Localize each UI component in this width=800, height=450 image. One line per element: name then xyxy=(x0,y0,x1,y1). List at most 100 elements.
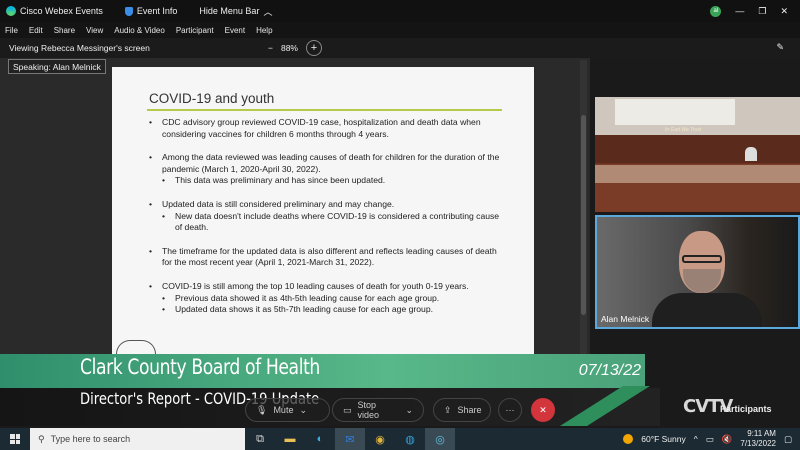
close-icon[interactable]: ✕ xyxy=(780,6,788,17)
leave-button[interactable]: ✕ xyxy=(531,398,555,422)
slide-title-underline xyxy=(147,109,502,111)
chrome-icon[interactable]: ◉ xyxy=(365,428,395,450)
menu-audio-video[interactable]: Audio & Video xyxy=(114,26,165,35)
zoom-level: 88% xyxy=(280,43,298,53)
chevron-down-icon: ⌄ xyxy=(299,404,307,415)
zoom-control: − 88% + xyxy=(268,40,322,56)
mute-button[interactable]: 🎙 Mute ⌄ xyxy=(245,398,330,422)
volume-icon[interactable]: 🔇 xyxy=(722,434,733,445)
speaking-indicator: Speaking: Alan Melnick xyxy=(8,59,106,74)
user-avatar[interactable]: al xyxy=(710,5,722,17)
clock[interactable]: 9:11 AM 7/13/2022 xyxy=(740,429,776,449)
menu-view[interactable]: View xyxy=(86,26,103,35)
file-explorer-icon[interactable]: ▬ xyxy=(275,428,305,450)
camera-icon: ▭ xyxy=(343,404,352,415)
event-info-label: Event Info xyxy=(136,6,178,16)
video-tile-room[interactable]: In God We Trust xyxy=(595,97,800,212)
menu-bar: File Edit Share View Audio & Video Parti… xyxy=(0,22,800,38)
event-info-button[interactable]: Event Info xyxy=(124,6,178,16)
share-scrollbar[interactable] xyxy=(580,60,587,358)
speaker-name: Alan Melnick xyxy=(601,314,650,324)
broadcast-date: 07/13/22 xyxy=(578,362,641,379)
tray-chevron-icon[interactable]: ^ xyxy=(694,434,698,444)
room-person xyxy=(745,147,757,161)
chevron-down-icon: ⌄ xyxy=(405,404,413,415)
edge-alt-icon[interactable]: ◍ xyxy=(395,428,425,450)
viewing-bar: Viewing Rebecca Messinger's screen − 88%… xyxy=(0,38,800,58)
speaker-glasses xyxy=(682,255,722,263)
webex-taskbar-icon[interactable]: ◎ xyxy=(425,428,455,450)
slide-sub-bullet: This data was preliminary and has since … xyxy=(147,175,507,187)
slide-sub-bullet: Previous data showed it as 4th-5th leadi… xyxy=(147,293,507,305)
lower-third-subtitle: Director's Report - COVID-19 Update xyxy=(0,388,660,426)
hide-menu-bar-button[interactable]: Hide Menu Bar ︿ xyxy=(199,5,272,18)
title-bar: Cisco Webex Events Event Info Hide Menu … xyxy=(0,0,800,22)
room-motto: In God We Trust xyxy=(665,127,702,133)
share-label: Share xyxy=(457,405,482,415)
webex-logo-icon xyxy=(6,6,16,16)
presentation-slide: COVID-19 and youth CDC advisory group re… xyxy=(112,67,534,357)
room-screen xyxy=(615,99,735,125)
menu-help[interactable]: Help xyxy=(256,26,272,35)
county-seal-icon xyxy=(116,340,156,354)
restore-icon[interactable]: ❐ xyxy=(758,6,766,17)
hide-menu-label: Hide Menu Bar xyxy=(199,6,260,16)
minimize-icon[interactable]: — xyxy=(735,6,744,16)
slide-bullet-list: CDC advisory group reviewed COVID-19 cas… xyxy=(147,117,507,328)
menu-file[interactable]: File xyxy=(5,26,18,35)
annotate-icon[interactable]: ✎ xyxy=(776,42,784,53)
share-icon: ⇪ xyxy=(444,404,452,415)
microphone-icon: 🎙 xyxy=(256,404,268,415)
speaker-body xyxy=(652,293,762,327)
slide-title: COVID-19 and youth xyxy=(149,91,275,106)
slide-bullet: Updated data is still considered prelimi… xyxy=(147,199,507,211)
system-tray: 60°F Sunny ^ ▭ 🔇 9:11 AM 7/13/2022 ▢ xyxy=(623,428,800,450)
menu-edit[interactable]: Edit xyxy=(29,26,43,35)
weather-text[interactable]: 60°F Sunny xyxy=(641,434,686,444)
clock-time: 9:11 AM xyxy=(747,429,776,438)
clock-date: 7/13/2022 xyxy=(740,439,776,448)
slide-sub-bullet: Updated data shows it as 5th-7th leading… xyxy=(147,304,507,316)
zoom-in-button[interactable]: + xyxy=(305,40,322,56)
edge-icon[interactable]: ◐ xyxy=(305,428,335,450)
network-icon[interactable]: ▭ xyxy=(706,434,714,445)
close-icon: ✕ xyxy=(539,404,547,415)
menu-event[interactable]: Event xyxy=(225,26,245,35)
organization-title: Clark County Board of Health xyxy=(80,355,320,379)
more-options-button[interactable]: ··· xyxy=(498,398,522,422)
notification-icon[interactable]: ▢ xyxy=(784,434,792,445)
stop-video-button[interactable]: ▭ Stop video ⌄ xyxy=(332,398,424,422)
taskbar: ⚲ Type here to search ⧉ ▬ ◐ ✉ ◉ ◍ ◎ 60°F… xyxy=(0,428,800,450)
lower-third-banner: Clark County Board of Health 07/13/22 xyxy=(0,340,645,388)
participants-button[interactable]: Participants xyxy=(720,404,772,414)
chevron-up-icon: ︿ xyxy=(263,6,273,17)
slide-sub-bullet: New data doesn't include deaths where CO… xyxy=(147,211,507,234)
slide-bullet: CDC advisory group reviewed COVID-19 cas… xyxy=(147,117,507,140)
menu-participant[interactable]: Participant xyxy=(176,26,214,35)
app-title: Cisco Webex Events xyxy=(6,6,103,16)
stop-video-label: Stop video xyxy=(357,400,380,420)
slide-bullet: Among the data reviewed was leading caus… xyxy=(147,152,507,175)
viewing-label: Viewing Rebecca Messinger's screen xyxy=(9,43,150,53)
share-button[interactable]: ⇪ Share xyxy=(433,398,491,422)
scrollbar-thumb[interactable] xyxy=(581,115,586,315)
windows-start-button[interactable] xyxy=(0,428,30,450)
shield-icon xyxy=(124,6,133,16)
more-icon: ··· xyxy=(505,405,515,415)
search-placeholder: Type here to search xyxy=(50,434,131,444)
weather-sun-icon xyxy=(623,434,634,444)
menu-share[interactable]: Share xyxy=(54,26,75,35)
zoom-out-button[interactable]: − xyxy=(268,43,273,53)
video-tile-speaker[interactable]: Alan Melnick xyxy=(595,215,800,329)
outlook-icon[interactable]: ✉ xyxy=(335,428,365,450)
taskbar-search[interactable]: ⚲ Type here to search xyxy=(30,428,245,450)
task-view-icon[interactable]: ⧉ xyxy=(245,428,275,450)
mute-label: Mute xyxy=(273,405,294,415)
app-name: Cisco Webex Events xyxy=(20,6,103,16)
slide-bullet: The timeframe for the updated data is al… xyxy=(147,246,507,269)
window-controls: al — ❐ ✕ xyxy=(710,0,800,22)
slide-bullet: COVID-19 is still among the top 10 leadi… xyxy=(147,281,507,293)
dais-table xyxy=(595,165,800,183)
windows-logo-icon xyxy=(10,434,20,444)
search-icon: ⚲ xyxy=(38,433,45,444)
